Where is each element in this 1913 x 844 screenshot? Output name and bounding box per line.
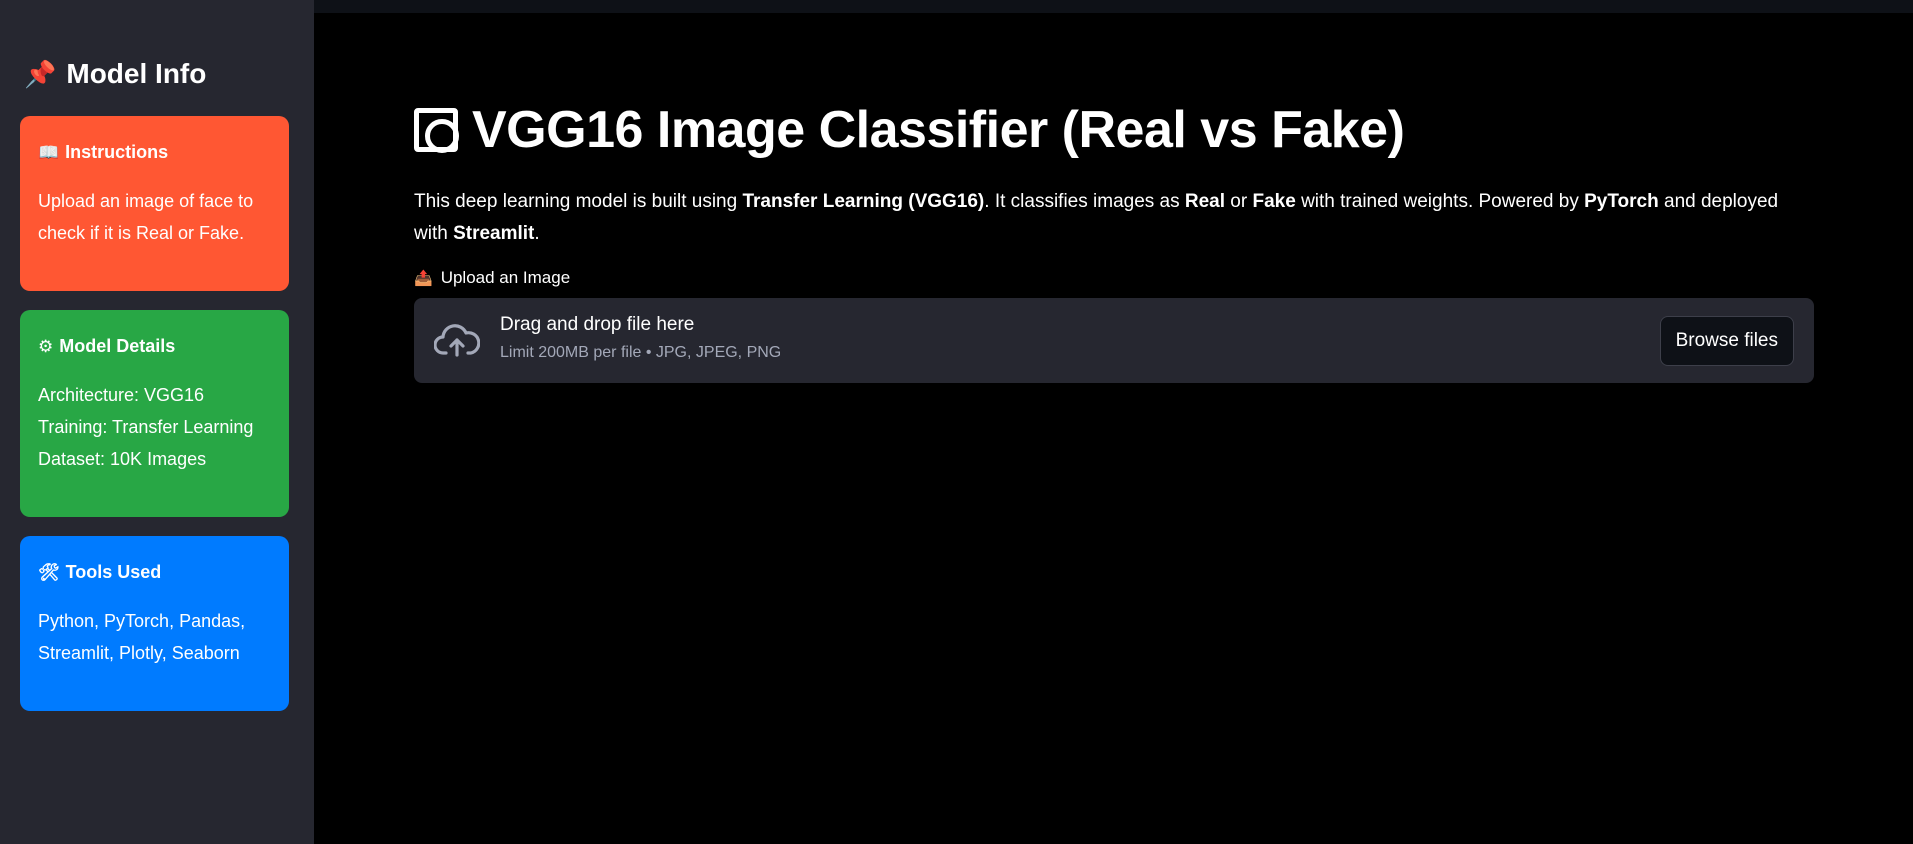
pushpin-icon: 📌 (24, 58, 57, 89)
description-text: This deep learning model is built using (414, 191, 743, 212)
description-bold: Transfer Learning (VGG16) (742, 191, 985, 212)
instructions-heading-text: Instructions (65, 142, 169, 162)
description-bold: PyTorch (1584, 191, 1659, 212)
model-details-line: Dataset: 10K Images (38, 449, 207, 469)
tools-used-card-heading: 🛠 Tools Used (38, 562, 271, 583)
description-bold: Streamlit (453, 223, 535, 244)
upload-label-text: Upload an Image (440, 268, 571, 287)
tools-used-heading-text: Tools Used (65, 562, 162, 582)
top-header-bar (314, 0, 1913, 13)
tools-used-card: 🛠 Tools Used Python, PyTorch, Pandas, St… (20, 536, 289, 711)
gear-icon: ⚙ (38, 336, 54, 356)
tools-icon: 🛠 (38, 562, 60, 582)
dropzone-text: Drag and drop file here Limit 200MB per … (500, 314, 781, 362)
sidebar-title: 📌 Model Info (24, 58, 206, 90)
page-title: VGG16 Image Classifier (Real vs Fake) (414, 100, 1814, 160)
description-text: . (534, 223, 540, 244)
model-details-line: Training: Transfer Learning (38, 417, 254, 437)
description-text: with trained weights. Powered by (1295, 191, 1585, 212)
file-limit-text: Limit 200MB per file • JPG, JPEG, PNG (500, 344, 782, 361)
sidebar-title-text: Model Info (66, 58, 207, 89)
description-text: or (1225, 191, 1253, 212)
instructions-line: Upload an image of face to (38, 191, 254, 211)
model-details-card-heading: ⚙ Model Details (38, 336, 271, 357)
outbox-tray-icon: 📤 (414, 270, 433, 287)
main-content: VGG16 Image Classifier (Real vs Fake) Th… (414, 100, 1814, 383)
model-details-heading-text: Model Details (59, 336, 176, 356)
cloud-upload-icon (434, 324, 480, 357)
model-details-line: Architecture: VGG16 (38, 385, 205, 405)
description-text: . It classifies images as (984, 191, 1185, 212)
instructions-card: 📖 Instructions Upload an image of face t… (20, 116, 289, 291)
instructions-card-heading: 📖 Instructions (38, 142, 271, 163)
model-details-card: ⚙ Model Details Architecture: VGG16 Trai… (20, 310, 289, 517)
description: This deep learning model is built using … (414, 186, 1814, 250)
tools-used-line: Python, PyTorch, Pandas, (38, 611, 246, 631)
browse-files-button[interactable]: Browse files (1659, 316, 1794, 366)
instructions-line: check if it is Real or Fake. (38, 223, 245, 243)
description-bold: Fake (1252, 191, 1296, 212)
description-bold: Real (1184, 191, 1226, 212)
page-title-text: VGG16 Image Classifier (Real vs Fake) (472, 101, 1405, 159)
upload-label: 📤 Upload an Image (414, 268, 1814, 288)
tools-used-line: Streamlit, Plotly, Seaborn (38, 643, 240, 663)
framed-picture-icon (414, 108, 459, 153)
book-icon: 📖 (38, 142, 60, 162)
app-root: 📌 Model Info 📖 Instructions Upload an im… (0, 0, 1913, 844)
drag-drop-text: Drag and drop file here (500, 314, 695, 335)
file-dropzone[interactable]: Drag and drop file here Limit 200MB per … (414, 298, 1814, 383)
sidebar: 📌 Model Info 📖 Instructions Upload an im… (0, 0, 314, 844)
